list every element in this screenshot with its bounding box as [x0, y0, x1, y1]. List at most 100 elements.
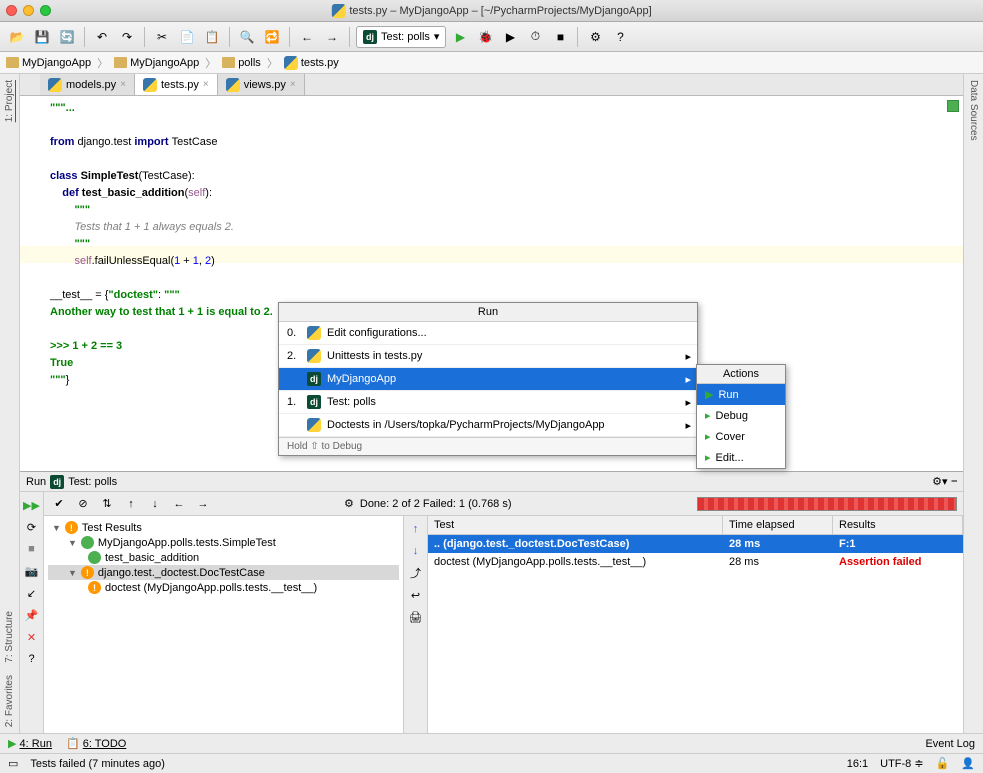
breadcrumb-item[interactable]: MyDjangoApp	[6, 55, 114, 71]
help-button[interactable]: ?	[609, 26, 631, 48]
cut-button[interactable]: ✂	[151, 26, 173, 48]
structure-tool-tab[interactable]: 7: Structure	[2, 605, 17, 669]
run-config-label: Test: polls	[381, 31, 430, 43]
test-results: ↑ ↓ ⤴ ↩ 🖨 Test Time elapsed Result	[404, 516, 963, 733]
find-button[interactable]: 🔍	[236, 26, 258, 48]
show-ignored-button[interactable]: ⊘	[74, 495, 92, 513]
hector-icon[interactable]: 👤	[961, 757, 975, 770]
run-popup-item[interactable]: djMyDjangoApp▸	[279, 368, 697, 391]
lock-icon[interactable]: 🔓	[936, 757, 950, 770]
col-results-header[interactable]: Results	[833, 516, 963, 534]
close-tab-button[interactable]: ✕	[23, 628, 41, 646]
stop-tests-button[interactable]: ■	[23, 540, 41, 558]
profile-button[interactable]: ⏱	[524, 26, 546, 48]
run-popup-item[interactable]: 1.djTest: polls▸	[279, 391, 697, 414]
action-icon: ▸	[705, 409, 711, 422]
open-file-button[interactable]: 📂	[6, 26, 28, 48]
coverage-button[interactable]: ▶	[499, 26, 521, 48]
prev-fail-button[interactable]: ←	[170, 495, 188, 513]
close-tab-icon[interactable]: ×	[120, 79, 126, 90]
tree-item-label: Test Results	[82, 522, 142, 534]
sort-button[interactable]: ⇅	[98, 495, 116, 513]
test-tree[interactable]: ▼!Test Results▼MyDjangoApp.polls.tests.S…	[44, 516, 404, 733]
breadcrumb-item[interactable]: MyDjangoApp	[114, 55, 222, 71]
todo-tab[interactable]: 📋 6: TODO	[66, 737, 126, 750]
action-item[interactable]: ▸Cover	[697, 426, 785, 447]
event-log-tab[interactable]: Event Log	[925, 738, 975, 750]
result-row[interactable]: doctest (MyDjangoApp.polls.tests.__test_…	[428, 553, 963, 571]
editor-tab[interactable]: models.py×	[40, 74, 135, 95]
save-button[interactable]: 💾	[31, 26, 53, 48]
paste-button[interactable]: 📋	[201, 26, 223, 48]
close-tab-icon[interactable]: ×	[203, 79, 209, 90]
col-time-header[interactable]: Time elapsed	[723, 516, 833, 534]
gear-icon[interactable]: ⚙▾	[932, 475, 947, 488]
zoom-window-button[interactable]	[40, 5, 51, 16]
run-popup-item[interactable]: 0.Edit configurations...	[279, 322, 697, 345]
tree-item-label: doctest (MyDjangoApp.polls.tests.__test_…	[105, 582, 317, 594]
action-item[interactable]: ▶Run	[697, 384, 785, 405]
dump-threads-button[interactable]: 📷	[23, 562, 41, 580]
restore-layout-button[interactable]: ↙	[23, 584, 41, 602]
run-config-selector[interactable]: dj Test: polls ▾	[356, 26, 446, 48]
run-popup-item[interactable]: Doctests in /Users/topka/PycharmProjects…	[279, 414, 697, 437]
editor-tab[interactable]: tests.py×	[135, 74, 218, 95]
data-sources-tab[interactable]: Data Sources	[966, 74, 981, 147]
show-passed-button[interactable]: ✔	[50, 495, 68, 513]
project-tool-tab[interactable]: 1: Project	[2, 74, 17, 128]
back-button[interactable]: ←	[296, 26, 318, 48]
col-test-header[interactable]: Test	[428, 516, 723, 534]
collapse-button[interactable]: ↓	[146, 495, 164, 513]
test-tree-item[interactable]: ▼MyDjangoApp.polls.tests.SimpleTest	[48, 535, 399, 550]
test-tree-item[interactable]: test_basic_addition	[48, 550, 399, 565]
test-tree-item[interactable]: ▼!Test Results	[48, 520, 399, 535]
tree-twisty-icon[interactable]: ▼	[68, 538, 77, 548]
redo-button[interactable]: ↷	[116, 26, 138, 48]
minimize-window-button[interactable]	[23, 5, 34, 16]
breadcrumb-item[interactable]: polls	[222, 55, 284, 71]
actions-submenu[interactable]: Actions ▶Run▸Debug▸Cover▸Edit...	[696, 364, 786, 469]
forward-button[interactable]: →	[321, 26, 343, 48]
print-button[interactable]: 🖨	[407, 608, 425, 626]
run-tab[interactable]: ▶ 4: Run	[8, 737, 52, 750]
close-tab-icon[interactable]: ×	[290, 79, 296, 90]
action-item[interactable]: ▸Debug	[697, 405, 785, 426]
folder-icon	[114, 57, 127, 68]
tree-twisty-icon[interactable]: ▼	[68, 568, 77, 578]
test-tree-item[interactable]: ▼!django.test._doctest.DocTestCase	[48, 565, 399, 580]
tree-twisty-icon[interactable]: ▼	[52, 523, 61, 533]
close-window-button[interactable]	[6, 5, 17, 16]
settings-button[interactable]: ⚙	[584, 26, 606, 48]
favorites-tool-tab[interactable]: 2: Favorites	[2, 669, 17, 733]
debug-button[interactable]: 🐞	[474, 26, 496, 48]
action-item[interactable]: ▸Edit...	[697, 447, 785, 468]
gear-icon[interactable]: ⚙	[344, 497, 354, 510]
test-tree-item[interactable]: !doctest (MyDjangoApp.polls.tests.__test…	[48, 580, 399, 595]
refresh-button[interactable]: 🔄	[56, 26, 78, 48]
replace-button[interactable]: 🔁	[261, 26, 283, 48]
caret-position[interactable]: 16:1	[847, 758, 868, 770]
editor-tab[interactable]: views.py×	[218, 74, 305, 95]
result-row[interactable]: .. (django.test._doctest.DocTestCase)28 …	[428, 535, 963, 553]
scroll-down-button[interactable]: ↓	[407, 542, 425, 560]
export-button[interactable]: ⤴	[407, 564, 425, 582]
wrap-button[interactable]: ↩	[407, 586, 425, 604]
next-fail-button[interactable]: →	[194, 495, 212, 513]
undo-button[interactable]: ↶	[91, 26, 113, 48]
copy-button[interactable]: 📄	[176, 26, 198, 48]
expand-button[interactable]: ↑	[122, 495, 140, 513]
toggle-autotest-button[interactable]: ⟳	[23, 518, 41, 536]
encoding-selector[interactable]: UTF-8 ≑	[880, 757, 923, 770]
rerun-button[interactable]: ▶▶	[23, 496, 41, 514]
memory-indicator-icon[interactable]: ▭	[8, 757, 18, 770]
stop-button[interactable]: ■	[549, 26, 571, 48]
breadcrumb-item[interactable]: tests.py	[284, 56, 345, 70]
minimize-tool-icon[interactable]: ⎯	[952, 475, 958, 488]
help-tests-button[interactable]: ?	[23, 650, 41, 668]
breadcrumb-label: MyDjangoApp	[130, 57, 199, 69]
scroll-up-button[interactable]: ↑	[407, 520, 425, 538]
run-popup[interactable]: Run 0.Edit configurations...2.Unittests …	[278, 302, 698, 456]
pin-tab-button[interactable]: 📌	[23, 606, 41, 624]
run-button[interactable]: ▶	[449, 26, 471, 48]
run-popup-item[interactable]: 2.Unittests in tests.py▸	[279, 345, 697, 368]
